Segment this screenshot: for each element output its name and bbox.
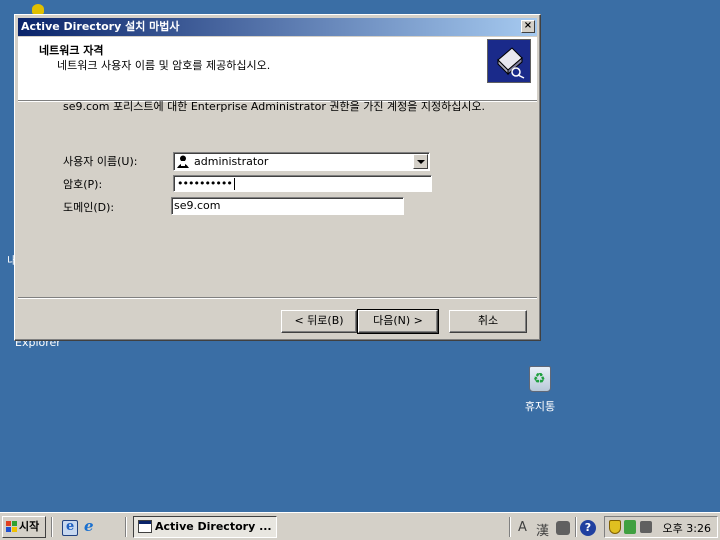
wizard-book-icon (487, 39, 531, 83)
quicklaunch-ie-icon[interactable] (82, 517, 98, 536)
ime-mode-indicator[interactable]: A (518, 520, 527, 535)
network-icon[interactable] (624, 520, 636, 534)
button-separator (18, 297, 537, 299)
username-label: 사용자 이름(U): (63, 155, 138, 168)
chevron-down-icon[interactable] (413, 154, 428, 169)
system-tray: 오후 3:26 (604, 516, 718, 538)
taskbar-divider (575, 517, 577, 537)
ime-hanja-indicator[interactable]: 漢 (536, 520, 549, 539)
taskbar-divider (125, 517, 127, 537)
close-icon: × (523, 20, 533, 31)
quicklaunch-ie-window-icon[interactable] (62, 519, 78, 536)
instruction-text: se9.com 포리스트에 대한 Enterprise Administrato… (63, 100, 486, 113)
ad-install-wizard-window: Active Directory 설치 마법사 × 네트워크 자격 네트워크 사… (14, 14, 541, 341)
ime-settings-icon[interactable] (556, 521, 570, 535)
next-button[interactable]: 다음(N) > (357, 309, 439, 334)
page-subtitle: 네트워크 사용자 이름 및 암호를 제공하십시오. (57, 59, 271, 72)
domain-label: 도메인(D): (63, 201, 115, 214)
help-icon[interactable]: ? (580, 520, 596, 536)
back-button[interactable]: < 뒤로(B) (281, 310, 357, 333)
recycle-bin-shortcut[interactable]: 휴지통 (518, 366, 562, 414)
password-field[interactable]: •••••••••• (173, 175, 432, 192)
password-label: 암호(P): (63, 178, 103, 191)
windows-flag-icon (6, 521, 17, 532)
speaker-icon[interactable] (640, 521, 652, 533)
cancel-button[interactable]: 취소 (449, 310, 527, 333)
domain-value: se9.com (174, 199, 221, 212)
taskbar-divider (51, 517, 53, 537)
window-app-icon (138, 520, 152, 533)
user-icon (177, 155, 189, 168)
taskbar-item-ad-wizard[interactable]: Active Directory ... (133, 516, 277, 538)
domain-field[interactable]: se9.com (171, 197, 404, 215)
close-button[interactable]: × (521, 20, 535, 33)
username-combobox[interactable]: administrator (173, 152, 430, 171)
clock[interactable]: 오후 3:26 (663, 520, 711, 536)
wizard-header: 네트워크 자격 네트워크 사용자 이름 및 암호를 제공하십시오. (18, 37, 537, 102)
password-value: •••••••••• (177, 177, 233, 190)
start-label: 시작 (19, 520, 40, 533)
desktop-icon-partial[interactable] (30, 2, 46, 14)
window-titlebar[interactable]: Active Directory 설치 마법사 × (18, 18, 537, 36)
shield-icon[interactable] (609, 520, 621, 534)
text-caret (233, 178, 235, 190)
taskbar-item-label: Active Directory ... (155, 520, 272, 533)
start-button[interactable]: 시작 (2, 516, 46, 538)
username-value: administrator (194, 155, 269, 168)
page-title: 네트워크 자격 (39, 44, 104, 57)
taskbar-divider (509, 517, 511, 537)
window-title: Active Directory 설치 마법사 (21, 20, 180, 33)
recycle-bin-label: 휴지통 (524, 400, 556, 413)
recycle-bin-icon (529, 366, 551, 392)
taskbar: 시작 Active Directory ... A 漢 ? 오후 3:26 (0, 512, 720, 540)
